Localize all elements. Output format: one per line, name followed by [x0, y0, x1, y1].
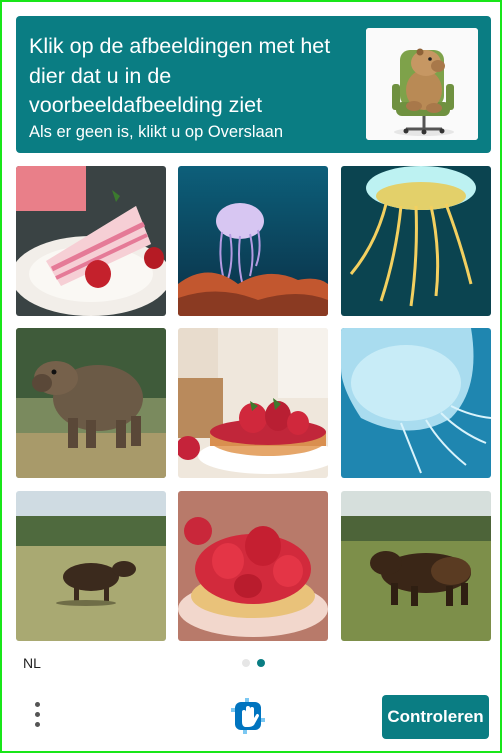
- example-image: [366, 28, 478, 140]
- image-grid: [16, 166, 491, 641]
- image-tile-2[interactable]: [178, 166, 328, 316]
- hand-logo-icon: [231, 698, 265, 734]
- language-selector[interactable]: NL: [23, 655, 41, 671]
- challenge-prompt: Klik op de afbeeldingen met het dier dat…: [29, 34, 331, 117]
- image-tile-8[interactable]: [178, 491, 328, 641]
- image-tile-4[interactable]: [16, 328, 166, 478]
- image-tile-5[interactable]: [178, 328, 328, 478]
- image-tile-1[interactable]: [16, 166, 166, 316]
- captcha-frame: Klik op de afbeeldingen met het dier dat…: [0, 0, 502, 753]
- verify-button[interactable]: Controleren: [382, 695, 489, 739]
- page-dot-2: [257, 659, 265, 667]
- challenge-subprompt: Als er geen is, klikt u op Overslaan: [29, 123, 284, 141]
- image-tile-3[interactable]: [341, 166, 491, 316]
- image-tile-9[interactable]: [341, 491, 491, 641]
- image-tile-7[interactable]: [16, 491, 166, 641]
- page-dot-1: [242, 659, 250, 667]
- vertical-ellipsis-icon[interactable]: [28, 696, 48, 736]
- image-tile-6[interactable]: [341, 328, 491, 478]
- challenge-header: Klik op de afbeeldingen met het dier dat…: [16, 16, 491, 153]
